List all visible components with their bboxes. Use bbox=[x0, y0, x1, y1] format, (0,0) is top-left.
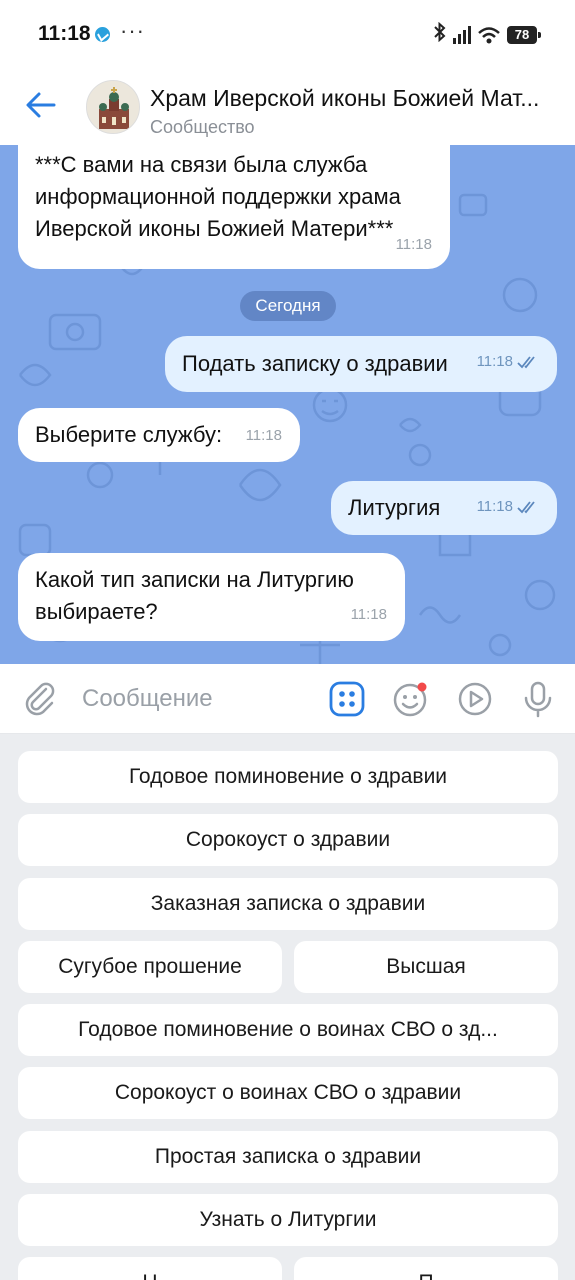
keyboard-button[interactable]: Годовое поминовение о здравии bbox=[18, 751, 558, 803]
message-time: 11:18 bbox=[476, 498, 513, 515]
wifi-icon bbox=[478, 27, 500, 44]
incoming-message[interactable]: Какой тип записки на Литургию выбираете?… bbox=[18, 553, 405, 641]
keyboard-button[interactable]: Сорокоуст о здравии bbox=[18, 814, 558, 866]
keyboard-button[interactable]: Высшая bbox=[294, 941, 558, 993]
keyboard-button[interactable]: П bbox=[294, 1257, 558, 1280]
message-time: 11:18 bbox=[395, 236, 432, 253]
attach-icon[interactable] bbox=[22, 680, 58, 716]
message-meta: 11:18 bbox=[477, 346, 539, 378]
video-message-icon[interactable] bbox=[456, 680, 494, 718]
keyboard-button[interactable]: Простая записка о здравии bbox=[18, 1131, 558, 1183]
keyboard-button[interactable]: Годовое поминовение о воинах СВО о зд... bbox=[18, 1004, 558, 1056]
telegram-icon bbox=[95, 27, 110, 42]
incoming-message[interactable]: ***С вами на связи была служба информаци… bbox=[18, 145, 450, 269]
message-composer: Сообщение bbox=[0, 664, 575, 734]
message-time: 11:18 bbox=[476, 353, 513, 370]
message-input[interactable]: Сообщение bbox=[82, 685, 213, 713]
message-meta: 11:18 bbox=[477, 491, 539, 523]
incoming-message[interactable]: Выберите службу: 11:18 bbox=[18, 408, 300, 462]
bot-keyboard: Годовое поминовение о здравии Сорокоуст … bbox=[0, 734, 575, 1280]
battery-icon: 78 bbox=[507, 26, 541, 44]
message-time: 11:18 bbox=[350, 606, 387, 623]
back-arrow-icon[interactable] bbox=[24, 88, 58, 122]
keyboard-button[interactable]: Узнать о Литургии bbox=[18, 1194, 558, 1246]
status-bar: 11:18 ··· 78 bbox=[0, 0, 575, 70]
keyboard-button[interactable]: Сорокоуст о воинах СВО о здравии bbox=[18, 1067, 558, 1119]
message-time: 11:18 bbox=[245, 427, 282, 444]
status-time: 11:18 bbox=[38, 22, 91, 45]
double-check-icon bbox=[517, 501, 535, 514]
outgoing-message[interactable]: Литургия 11:18 bbox=[331, 481, 557, 535]
message-text: Какой тип записки на Литургию выбираете? bbox=[35, 567, 354, 624]
chat-header: Храм Иверской иконы Божией Мат... Сообще… bbox=[0, 70, 575, 145]
chat-subtitle: Сообщество bbox=[150, 117, 255, 137]
bot-keyboard-icon[interactable] bbox=[328, 680, 366, 718]
keyboard-button[interactable]: Н bbox=[18, 1257, 282, 1280]
microphone-icon[interactable] bbox=[519, 680, 557, 718]
message-meta: 11:18 bbox=[396, 229, 432, 261]
outgoing-message[interactable]: Подать записку о здравии 11:18 bbox=[165, 336, 557, 392]
message-text: ***С вами на связи была служба информаци… bbox=[35, 152, 401, 241]
more-notifications-icon: ··· bbox=[120, 18, 145, 43]
bluetooth-icon bbox=[433, 21, 447, 48]
signal-icon bbox=[453, 26, 471, 44]
date-separator: Сегодня bbox=[240, 291, 336, 321]
double-check-icon bbox=[517, 356, 535, 369]
keyboard-button[interactable]: Сугубое прошение bbox=[18, 941, 282, 993]
chat-title[interactable]: Храм Иверской иконы Божией Мат... bbox=[150, 85, 565, 112]
emoji-icon[interactable] bbox=[392, 680, 430, 718]
keyboard-button[interactable]: Заказная записка о здравии bbox=[18, 878, 558, 930]
community-avatar[interactable] bbox=[86, 80, 140, 134]
message-meta: 11:18 bbox=[351, 599, 387, 631]
status-icons: 78 bbox=[433, 21, 541, 48]
message-meta: 11:18 bbox=[246, 420, 282, 452]
chat-area[interactable]: ***С вами на связи была служба информаци… bbox=[0, 145, 575, 664]
